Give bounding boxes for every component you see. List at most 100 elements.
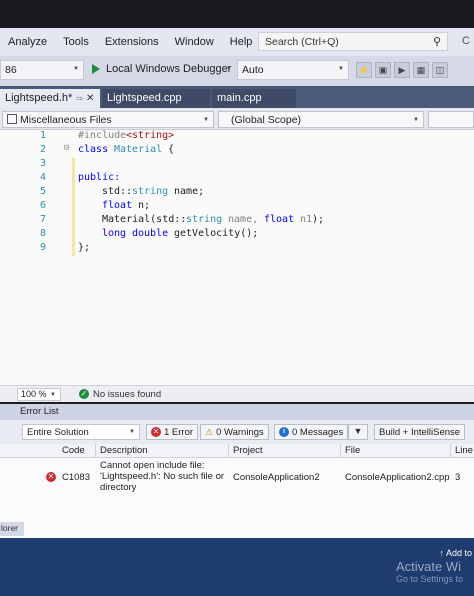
code-token: std:: xyxy=(102,186,133,197)
search-icon[interactable]: ⚲ xyxy=(433,35,441,48)
tab-label: Lightspeed.h* xyxy=(5,92,73,104)
filter-icon[interactable]: ▼ xyxy=(348,424,368,440)
line-number: 9 xyxy=(39,242,46,253)
error-icon: ✕ xyxy=(151,427,161,437)
warnings-filter-button[interactable]: ⚠ 0 Warnings xyxy=(200,424,269,440)
warnings-count: 0 Warnings xyxy=(216,426,264,438)
error-list-title: Error List xyxy=(0,404,474,420)
code-line: 8 long double getVelocity(); xyxy=(0,228,474,242)
activate-watermark: Activate Wi xyxy=(396,559,462,574)
code-token: public: xyxy=(78,172,121,183)
member-dropdown[interactable] xyxy=(428,111,474,128)
folder-icon[interactable]: ▦ xyxy=(413,62,429,78)
file-icon xyxy=(7,114,17,124)
warning-icon: ⚠ xyxy=(205,426,214,437)
error-list-toolbar: Entire Solution ▼ ✕ 1 Error ⚠ 0 Warnings… xyxy=(0,420,474,444)
menu-extensions[interactable]: Extensions xyxy=(97,36,167,48)
code-line: 7 Material(std:: string name, float n1 )… xyxy=(0,214,474,228)
change-marker xyxy=(72,242,75,256)
platform-value: 86 xyxy=(5,64,17,76)
explorer-tab[interactable]: lorer xyxy=(0,522,24,536)
code-line: 2 ⊟ class Material { xyxy=(0,143,474,158)
zoom-dropdown[interactable]: 100 % ▼ xyxy=(17,388,61,401)
column-separator xyxy=(95,444,96,458)
menu-help[interactable]: Help xyxy=(222,36,261,48)
tab-main-cpp[interactable]: main.cpp xyxy=(212,89,296,108)
search-input[interactable]: Search (Ctrl+Q) ⚲ xyxy=(258,32,448,51)
code-line: 1 #include <string> xyxy=(0,130,474,144)
tab-lightspeed-h[interactable]: Lightspeed.h* ⇨ ✕ xyxy=(0,89,100,108)
code-line: 5 std:: string name; xyxy=(0,186,474,200)
add-to-source-control[interactable]: ↑ Add to xyxy=(439,548,472,558)
screenshot-icon[interactable]: ▣ xyxy=(375,62,391,78)
errors-filter-button[interactable]: ✕ 1 Error xyxy=(146,424,199,440)
menu-tools[interactable]: Tools xyxy=(55,36,97,48)
search-placeholder: Search (Ctrl+Q) xyxy=(265,36,339,48)
zoom-value: 100 % xyxy=(21,389,47,399)
chevron-down-icon[interactable]: ▼ xyxy=(226,66,232,72)
line-number: 2 xyxy=(39,144,46,155)
pin-icon[interactable]: ⇨ xyxy=(76,94,83,103)
change-marker xyxy=(72,172,75,186)
code-token: n; xyxy=(132,200,151,211)
line-number: 1 xyxy=(39,130,46,141)
issues-status[interactable]: No issues found xyxy=(93,389,161,400)
messages-filter-button[interactable]: i 0 Messages xyxy=(274,424,349,440)
taskbar-area: ↑ Add to Activate Wi Go to Settings to xyxy=(0,538,474,596)
hot-reload-icon[interactable]: ⚡ xyxy=(356,62,372,78)
chevron-down-icon: ▼ xyxy=(338,66,344,72)
messages-count: 0 Messages xyxy=(292,426,344,438)
navigation-bar: Miscellaneous Files ▼ (Global Scope) ▼ xyxy=(0,108,474,130)
error-file: ConsoleApplication2.cpp xyxy=(345,472,450,483)
close-icon[interactable]: ✕ xyxy=(86,93,94,104)
code-token: float xyxy=(264,214,295,225)
error-code: C1083 xyxy=(62,472,90,483)
error-scope-dropdown[interactable]: Entire Solution ▼ xyxy=(22,424,140,440)
play-icon[interactable] xyxy=(92,64,100,74)
check-circle-icon: ✓ xyxy=(79,389,89,399)
code-token: <string> xyxy=(126,130,175,141)
build-filter-dropdown[interactable]: Build + IntelliSense xyxy=(374,424,466,440)
code-token: getVelocity(); xyxy=(174,228,259,239)
code-editor[interactable]: 1 #include <string> 2 ⊟ class Material {… xyxy=(0,130,474,385)
change-marker xyxy=(72,200,75,214)
code-token: #include xyxy=(78,130,127,141)
info-icon: i xyxy=(279,427,289,437)
line-number: 8 xyxy=(39,228,46,239)
code-token: name; xyxy=(168,186,205,197)
tab-label: main.cpp xyxy=(217,92,262,104)
column-file[interactable]: File xyxy=(345,445,360,456)
line-number: 5 xyxy=(39,186,46,197)
layout-icon[interactable]: ◫ xyxy=(432,62,448,78)
column-description[interactable]: Description xyxy=(100,445,148,456)
project-dropdown[interactable]: Miscellaneous Files ▼ xyxy=(2,111,214,128)
code-line: 9 }; xyxy=(0,242,474,256)
menu-bar: Analyze Tools Extensions Window Help Sea… xyxy=(0,28,474,56)
line-number: 3 xyxy=(39,158,46,169)
column-code[interactable]: Code xyxy=(62,445,85,456)
collapse-icon[interactable]: ⊟ xyxy=(64,143,69,153)
chevron-down-icon: ▼ xyxy=(413,117,419,123)
errors-count: 1 Error xyxy=(164,426,194,438)
change-marker xyxy=(72,214,75,228)
menu-window[interactable]: Window xyxy=(167,36,222,48)
project-label: Miscellaneous Files xyxy=(20,114,112,126)
attach-icon[interactable]: ▶ xyxy=(394,62,410,78)
error-description: Cannot open include file: 'Lightspeed.h'… xyxy=(100,460,225,493)
standard-toolbar: 86 ▼ Local Windows Debugger ▼ Auto ▼ ⚡ ▣… xyxy=(0,56,474,86)
auto-dropdown[interactable]: Auto ▼ xyxy=(237,60,349,80)
tab-lightspeed-cpp[interactable]: Lightspeed.cpp xyxy=(102,89,210,108)
chevron-down-icon: ▼ xyxy=(50,392,56,398)
start-debugger-button[interactable]: Local Windows Debugger xyxy=(106,63,231,75)
scope-dropdown[interactable]: (Global Scope) ▼ xyxy=(218,111,424,128)
column-project[interactable]: Project xyxy=(233,445,263,456)
column-line[interactable]: Line xyxy=(455,445,473,456)
column-separator xyxy=(340,444,341,458)
code-token: Material(std:: xyxy=(102,214,187,225)
column-separator xyxy=(450,444,451,458)
menu-analyze[interactable]: Analyze xyxy=(0,36,55,48)
tab-label: Lightspeed.cpp xyxy=(107,92,182,104)
chevron-down-icon: ▼ xyxy=(203,117,209,123)
platform-dropdown[interactable]: 86 ▼ xyxy=(0,60,84,80)
code-line: 4 public: xyxy=(0,172,474,186)
